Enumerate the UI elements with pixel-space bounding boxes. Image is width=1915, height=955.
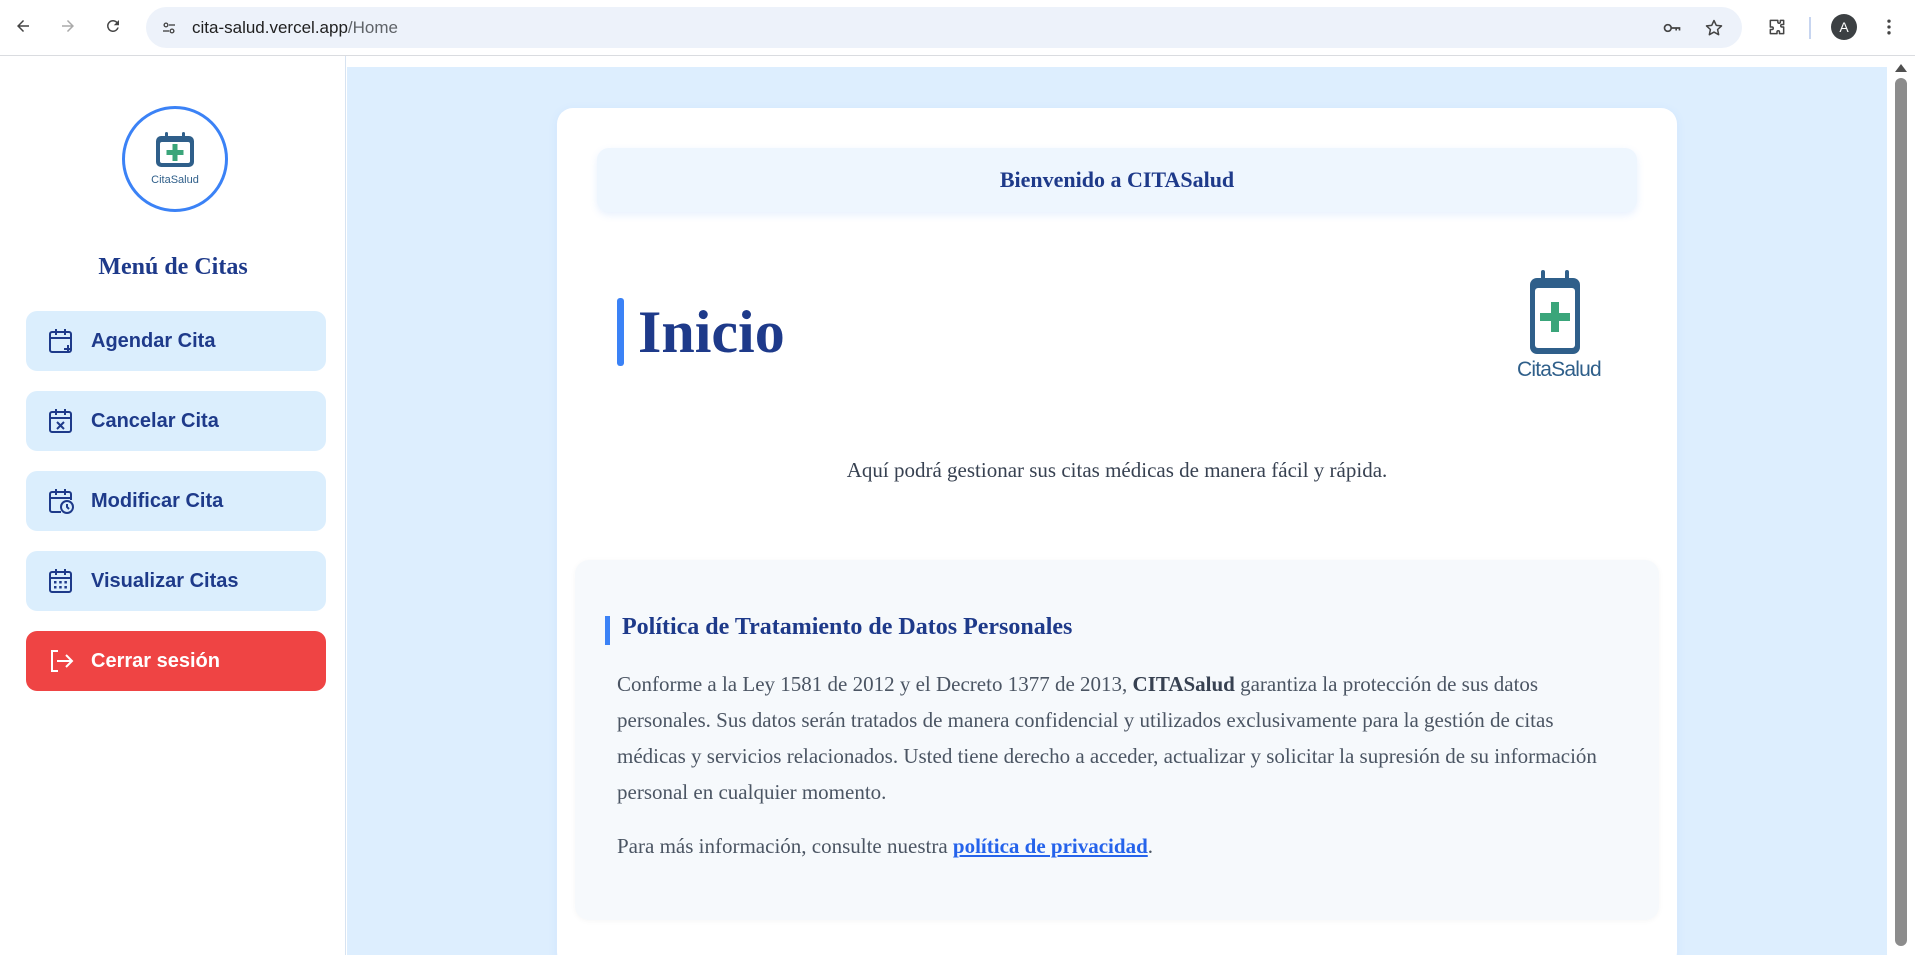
logout-button[interactable]: Cerrar sesión — [26, 631, 326, 691]
url-text[interactable]: cita-salud.vercel.app/Home — [192, 18, 398, 38]
forward-button[interactable] — [54, 12, 82, 40]
url-host: cita-salud.vercel.app — [192, 18, 348, 37]
policy-body-intro: Conforme a la Ley 1581 de 2012 y el Decr… — [617, 672, 1128, 696]
star-icon — [1705, 19, 1723, 36]
password-key-button[interactable] — [1660, 16, 1684, 40]
browser-toolbar: cita-salud.vercel.app/Home A — [0, 0, 1915, 56]
menu-item-modificar-cita[interactable]: Modificar Cita — [26, 471, 326, 531]
bookmark-button[interactable] — [1702, 16, 1726, 40]
site-info-button[interactable] — [156, 15, 182, 41]
puzzle-icon — [1769, 19, 1785, 35]
menu-item-label: Modificar Cita — [91, 489, 224, 512]
brand-logo-text: CitaSalud — [1517, 358, 1602, 381]
policy-more-period: . — [1147, 834, 1154, 858]
privacy-policy-link[interactable]: política de privacidad — [953, 834, 1148, 858]
menu-item-visualizar-citas[interactable]: Visualizar Citas — [26, 551, 326, 611]
address-bar[interactable]: cita-salud.vercel.app/Home — [146, 7, 1742, 48]
reload-button[interactable] — [99, 12, 127, 40]
profile-avatar[interactable]: A — [1831, 14, 1857, 40]
sidebar-logo: CitaSalud — [122, 106, 228, 212]
calendar-x-icon — [46, 406, 76, 436]
avatar-initial: A — [1839, 19, 1849, 35]
back-button[interactable] — [9, 12, 37, 40]
home-card: Bienvenido a CITASalud Inicio CitaSalud … — [557, 108, 1677, 955]
tune-icon — [163, 22, 175, 34]
calendar-plus-icon — [46, 326, 76, 356]
extensions-button[interactable] — [1763, 13, 1791, 41]
menu-item-label: Visualizar Citas — [91, 569, 239, 592]
welcome-banner: Bienvenido a CITASalud — [597, 148, 1637, 212]
url-path: /Home — [347, 18, 398, 37]
menu-item-agendar-cita[interactable]: Agendar Cita — [26, 311, 326, 371]
logout-icon — [46, 646, 76, 676]
home-subtitle: Aquí podrá gestionar sus citas médicas d… — [846, 458, 1388, 482]
menu-title: Menú de Citas — [98, 254, 248, 280]
main-top-strip — [347, 56, 1887, 67]
calendar-clock-icon — [46, 486, 76, 516]
forward-arrow-icon — [62, 20, 74, 32]
brand-logo: CitaSalud — [1517, 268, 1602, 392]
scrollbar-thumb[interactable] — [1895, 78, 1907, 946]
privacy-policy-section: Política de Tratamiento de Datos Persona… — [575, 560, 1659, 920]
policy-brand: CITASalud — [1132, 672, 1235, 696]
page-title: Inicio — [638, 299, 785, 365]
logout-label: Cerrar sesión — [91, 649, 220, 672]
calendar-medical-icon — [1530, 270, 1580, 354]
reload-icon — [107, 19, 119, 32]
calendar-medical-icon — [156, 132, 194, 167]
menu-item-label: Cancelar Cita — [91, 409, 219, 432]
key-icon — [1663, 23, 1681, 33]
menu-item-label: Agendar Cita — [91, 329, 216, 352]
sidebar-logo-text: CitaSalud — [151, 174, 199, 186]
policy-more-text: Para más información, consulte nuestra — [617, 834, 948, 858]
kebab-menu-icon — [1887, 19, 1891, 35]
toolbar-divider — [1809, 17, 1811, 39]
browser-menu-button[interactable] — [1875, 13, 1903, 41]
policy-title: Política de Tratamiento de Datos Persona… — [622, 614, 1073, 640]
title-accent-bar — [617, 298, 624, 366]
scroll-up-arrow-icon[interactable] — [1895, 64, 1907, 72]
menu-item-cancelar-cita[interactable]: Cancelar Cita — [26, 391, 326, 451]
policy-more-info: Para más información, consulte nuestra p… — [617, 834, 1153, 859]
policy-body: Conforme a la Ley 1581 de 2012 y el Decr… — [617, 666, 1627, 810]
back-arrow-icon — [17, 20, 29, 32]
calendar-grid-icon — [46, 566, 76, 596]
page-scrollbar[interactable] — [1887, 56, 1915, 955]
sidebar: CitaSalud Menú de Citas Agendar Cita Can… — [0, 56, 346, 955]
policy-accent-bar — [605, 616, 610, 645]
